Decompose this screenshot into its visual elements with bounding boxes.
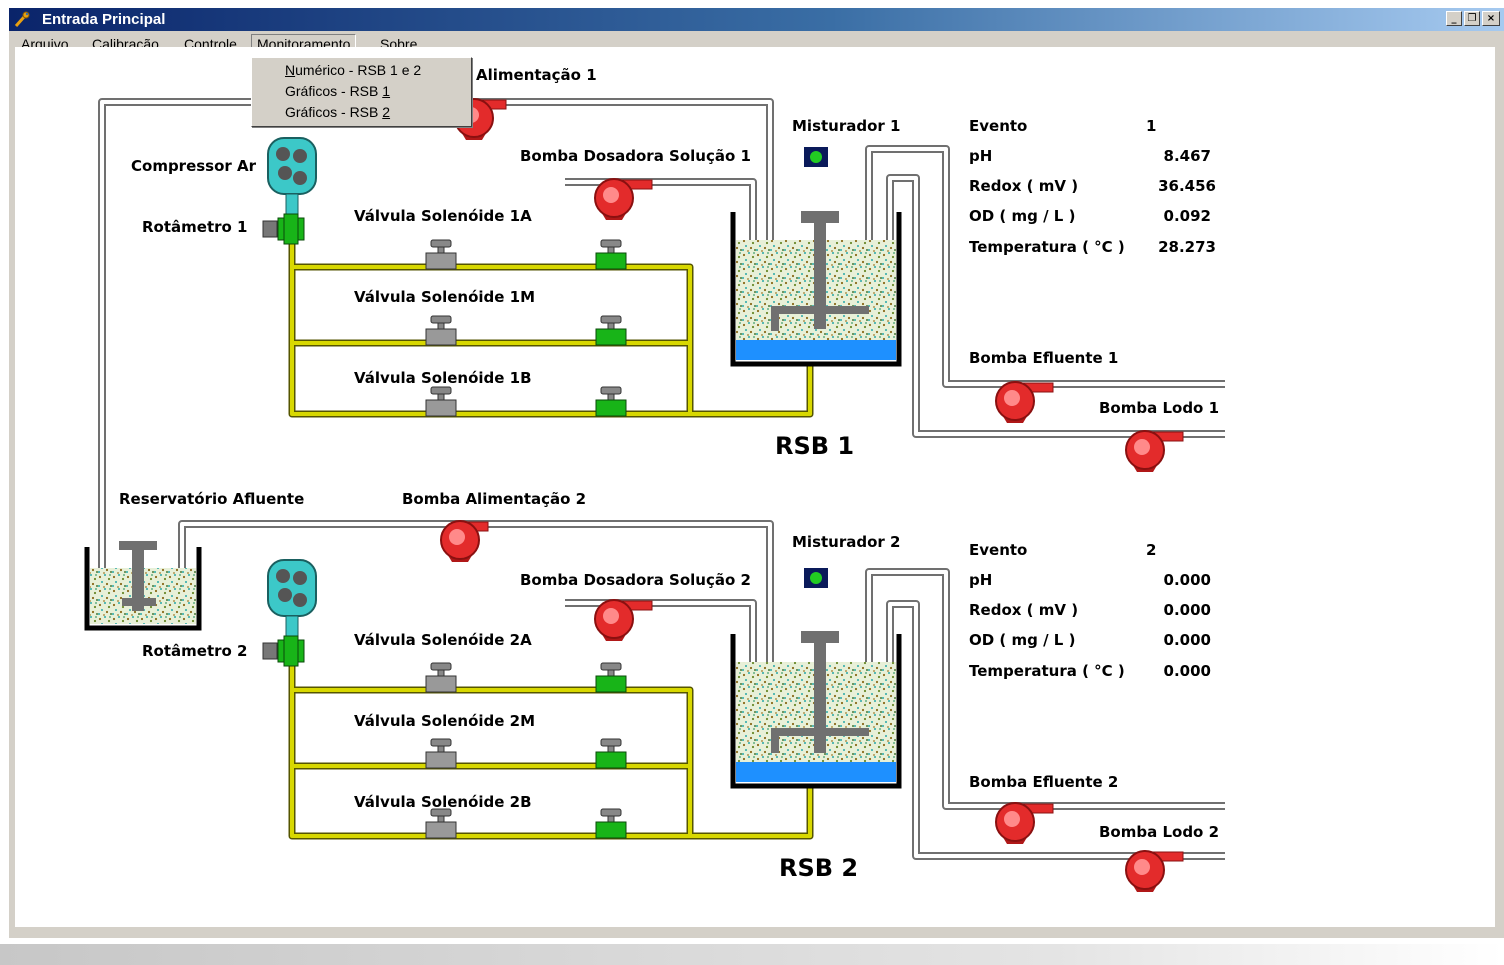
evento-value: 1 [1146, 117, 1157, 135]
label-misturador-2: Misturador 2 [792, 533, 901, 551]
label-rotametro-1: Rotâmetro 1 [142, 218, 248, 236]
label-bomba-alimentacao-2: Bomba Alimentação 2 [402, 490, 587, 508]
process-diagram [84, 98, 1225, 892]
evento-label: Evento [969, 117, 1028, 135]
restore-button[interactable]: ❐ [1464, 11, 1480, 26]
redox-value: 0.000 [1163, 601, 1211, 619]
menuitem-accel: 2 [382, 104, 391, 120]
label-rsb-2: RSB 2 [779, 854, 859, 882]
rotameter-icon[interactable] [262, 635, 305, 667]
title-bar[interactable]: Entrada Principal _ ❐ × [9, 8, 1504, 31]
solenoid-valve-icon[interactable] [595, 239, 627, 270]
solenoid-valve-icon[interactable] [595, 386, 627, 417]
redox-label: Redox ( mV ) [969, 601, 1079, 619]
ph-label: pH [969, 571, 993, 589]
monitoramento-dropdown: Numérico - RSB 1 e 2 Gráficos - RSB 1 Gr… [251, 57, 472, 127]
label-valvula-2m: Válvula Solenóide 2M [354, 712, 536, 730]
temperatura-label: Temperatura ( °C ) [969, 238, 1125, 256]
label-valvula-1b: Válvula Solenóide 1B [354, 369, 532, 387]
label-reservatorio-afluente: Reservatório Afluente [119, 490, 305, 508]
pump-icon[interactable] [594, 178, 653, 220]
temperatura-value: 28.273 [1158, 238, 1216, 256]
close-button[interactable]: × [1482, 11, 1500, 26]
solenoid-valve-icon[interactable] [425, 662, 457, 693]
temperatura-label: Temperatura ( °C ) [969, 662, 1125, 680]
label-bomba-dosadora-2: Bomba Dosadora Solução 2 [520, 571, 751, 589]
pump-icon[interactable] [1125, 850, 1184, 892]
od-label: OD ( mg / L ) [969, 631, 1076, 649]
label-bomba-efluente-1: Bomba Efluente 1 [969, 349, 1119, 367]
mixer-indicator-icon[interactable] [804, 147, 828, 167]
solenoid-valve-icon[interactable] [425, 315, 457, 346]
compressor-icon[interactable] [267, 559, 317, 637]
temperatura-value: 0.000 [1163, 662, 1211, 680]
ph-value: 8.467 [1163, 147, 1211, 165]
reactor-rsb1 [730, 211, 902, 367]
pump-icon[interactable] [594, 599, 653, 641]
menuitem-label-pre: Gráficos - RSB [285, 83, 383, 99]
window-title: Entrada Principal [42, 11, 166, 28]
redox-label: Redox ( mV ) [969, 177, 1079, 195]
label-bomba-efluente-2: Bomba Efluente 2 [969, 773, 1119, 791]
menuitem-label: umérico - RSB 1 e 2 [295, 62, 422, 78]
menuitem-graficos-rsb-1[interactable]: Gráficos - RSB 1 [285, 81, 390, 101]
menuitem-accel: 1 [382, 83, 391, 99]
label-valvula-2b: Válvula Solenóide 2B [354, 793, 532, 811]
taskbar-strip [0, 944, 1504, 965]
solenoid-valve-icon[interactable] [425, 386, 457, 417]
wrench-icon [14, 11, 30, 27]
solenoid-valve-icon[interactable] [425, 239, 457, 270]
label-bomba-dosadora-1: Bomba Dosadora Solução 1 [520, 147, 751, 165]
label-bomba-lodo-2: Bomba Lodo 2 [1099, 823, 1220, 841]
process-canvas [15, 47, 1495, 927]
solenoid-valve-icon[interactable] [595, 738, 627, 769]
solenoid-valve-icon[interactable] [595, 808, 627, 839]
label-rotametro-2: Rotâmetro 2 [142, 642, 248, 660]
solenoid-valve-icon[interactable] [595, 315, 627, 346]
menuitem-label-pre: Gráficos - RSB [285, 104, 383, 120]
od-value: 0.092 [1163, 207, 1211, 225]
evento-value: 2 [1146, 541, 1157, 559]
od-value: 0.000 [1163, 631, 1211, 649]
mixer-indicator-icon[interactable] [804, 568, 828, 588]
label-valvula-2a: Válvula Solenóide 2A [354, 631, 532, 649]
compressor-icon[interactable] [267, 137, 317, 215]
pump-icon[interactable] [1125, 430, 1184, 472]
label-bomba-lodo-1: Bomba Lodo 1 [1099, 399, 1220, 417]
evento-label: Evento [969, 541, 1028, 559]
solenoid-valve-icon[interactable] [425, 808, 457, 839]
menuitem-accel: N [285, 62, 296, 78]
ph-value: 0.000 [1163, 571, 1211, 589]
pump-icon[interactable] [440, 520, 489, 562]
rotameter-icon[interactable] [262, 213, 305, 245]
solenoid-valve-icon[interactable] [425, 738, 457, 769]
od-label: OD ( mg / L ) [969, 207, 1076, 225]
label-valvula-1m: Válvula Solenóide 1M [354, 288, 536, 306]
menuitem-numerico-rsb-1-2[interactable]: Numérico - RSB 1 e 2 [285, 60, 421, 80]
minimize-button[interactable]: _ [1446, 11, 1462, 26]
label-compressor-ar: Compressor Ar [131, 157, 257, 175]
label-valvula-1a: Válvula Solenóide 1A [354, 207, 532, 225]
pump-icon[interactable] [995, 802, 1054, 844]
menuitem-graficos-rsb-2[interactable]: Gráficos - RSB 2 [285, 102, 390, 122]
solenoid-valve-icon[interactable] [595, 662, 627, 693]
redox-value: 36.456 [1158, 177, 1216, 195]
label-rsb-1: RSB 1 [775, 432, 855, 460]
label-misturador-1: Misturador 1 [792, 117, 901, 135]
ph-label: pH [969, 147, 993, 165]
label-alimentacao-1: Alimentação 1 [476, 66, 597, 84]
pump-icon[interactable] [995, 381, 1054, 423]
reactor-rsb2 [730, 631, 902, 789]
